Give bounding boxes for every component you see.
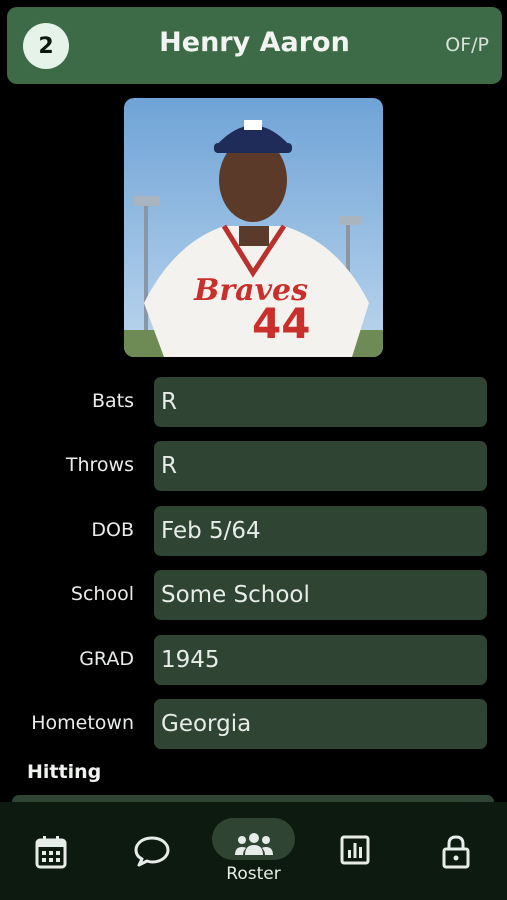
dob-field[interactable]: Feb 5/64 bbox=[154, 506, 487, 556]
chat-icon bbox=[134, 836, 169, 867]
hometown-label: Hometown bbox=[31, 712, 134, 734]
calendar-icon bbox=[35, 836, 66, 869]
nav-roster-label: Roster bbox=[226, 864, 281, 884]
school-label: School bbox=[70, 583, 134, 605]
lock-icon bbox=[442, 835, 469, 869]
grad-field[interactable]: 1945 bbox=[154, 635, 487, 685]
nav-calendar[interactable] bbox=[0, 802, 101, 900]
nav-chat[interactable] bbox=[101, 802, 202, 900]
bottom-nav bbox=[0, 802, 507, 900]
dob-label: DOB bbox=[91, 519, 134, 541]
nav-roster[interactable] bbox=[203, 802, 304, 900]
bats-field[interactable]: R bbox=[154, 377, 487, 427]
hometown-field[interactable]: Georgia bbox=[154, 699, 487, 749]
player-position: OF/P bbox=[445, 34, 489, 56]
player-photo: Braves 44 bbox=[124, 98, 383, 357]
hitting-section-title: Hitting bbox=[27, 761, 102, 783]
player-header: 2 Henry Aaron OF/P bbox=[7, 7, 502, 84]
player-name: Henry Aaron bbox=[159, 27, 350, 58]
roster-icon bbox=[234, 833, 273, 855]
throws-label: Throws bbox=[65, 454, 134, 476]
nav-stats[interactable] bbox=[304, 802, 405, 900]
bats-label: Bats bbox=[91, 390, 134, 412]
throws-field[interactable]: R bbox=[154, 441, 487, 491]
nav-lock[interactable] bbox=[405, 802, 506, 900]
jersey-number: 44 bbox=[252, 299, 310, 348]
stats-icon bbox=[340, 835, 369, 865]
school-field[interactable]: Some School bbox=[154, 570, 487, 620]
grad-label: GRAD bbox=[79, 648, 134, 670]
